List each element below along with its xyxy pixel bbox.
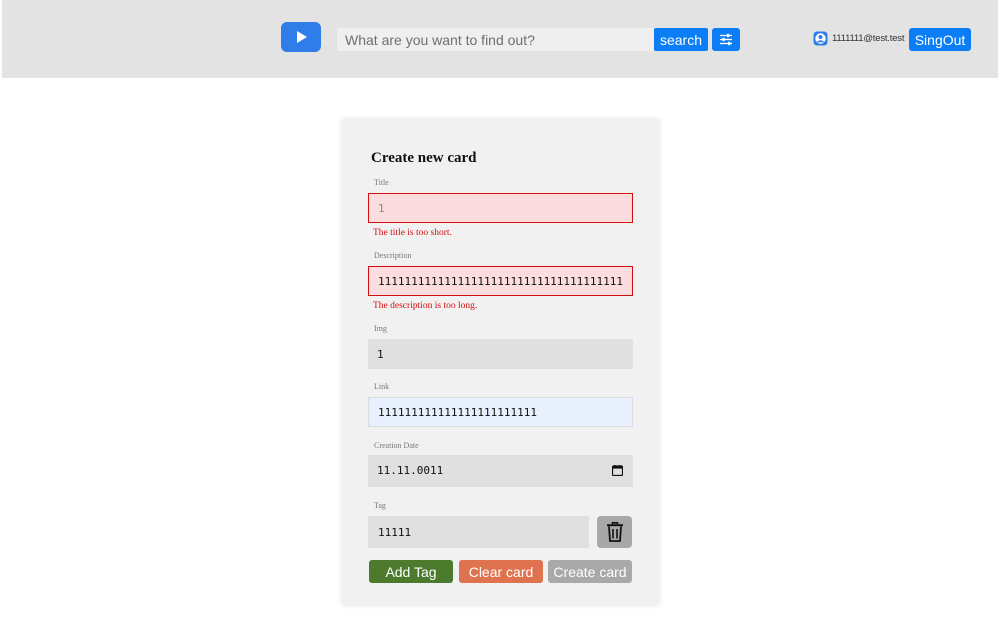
user-email: 1111111@test.test bbox=[832, 33, 905, 44]
title-label: Title bbox=[374, 178, 389, 187]
create-card-button[interactable]: Create card bbox=[548, 560, 632, 583]
creation-date-value: 11.11.0011 bbox=[377, 464, 444, 477]
filter-button[interactable] bbox=[712, 28, 740, 51]
description-input[interactable] bbox=[368, 266, 633, 296]
title-error: The title is too short. bbox=[373, 228, 452, 238]
logo-play-button[interactable] bbox=[281, 22, 321, 52]
add-tag-button[interactable]: Add Tag bbox=[369, 560, 453, 583]
link-label: Link bbox=[374, 382, 390, 391]
create-card-form: Create new card Title The title is too s… bbox=[342, 119, 659, 605]
calendar-icon[interactable] bbox=[612, 465, 623, 476]
search-button[interactable]: search bbox=[654, 28, 708, 51]
description-label: Description bbox=[374, 251, 412, 260]
search-input[interactable] bbox=[337, 28, 654, 51]
img-input[interactable] bbox=[368, 339, 633, 369]
img-label: Img bbox=[374, 324, 387, 333]
tag-input[interactable] bbox=[368, 516, 589, 548]
creation-date-input[interactable]: 11.11.0011 bbox=[368, 455, 633, 487]
clear-card-button[interactable]: Clear card bbox=[459, 560, 543, 583]
description-error: The description is too long. bbox=[373, 301, 478, 311]
delete-tag-button[interactable] bbox=[597, 516, 632, 548]
link-input[interactable] bbox=[368, 397, 633, 427]
play-icon bbox=[297, 31, 307, 43]
title-input[interactable] bbox=[368, 193, 633, 223]
top-header: search 1111111@test.test SingOut bbox=[2, 0, 998, 78]
filter-sliders-icon bbox=[720, 33, 732, 46]
tag-label: Tag bbox=[374, 501, 386, 510]
form-title: Create new card bbox=[371, 150, 477, 166]
trash-icon bbox=[606, 522, 623, 542]
creation-date-label: Creation Date bbox=[374, 441, 419, 450]
user-icon bbox=[813, 31, 828, 46]
signout-button[interactable]: SingOut bbox=[909, 28, 971, 51]
